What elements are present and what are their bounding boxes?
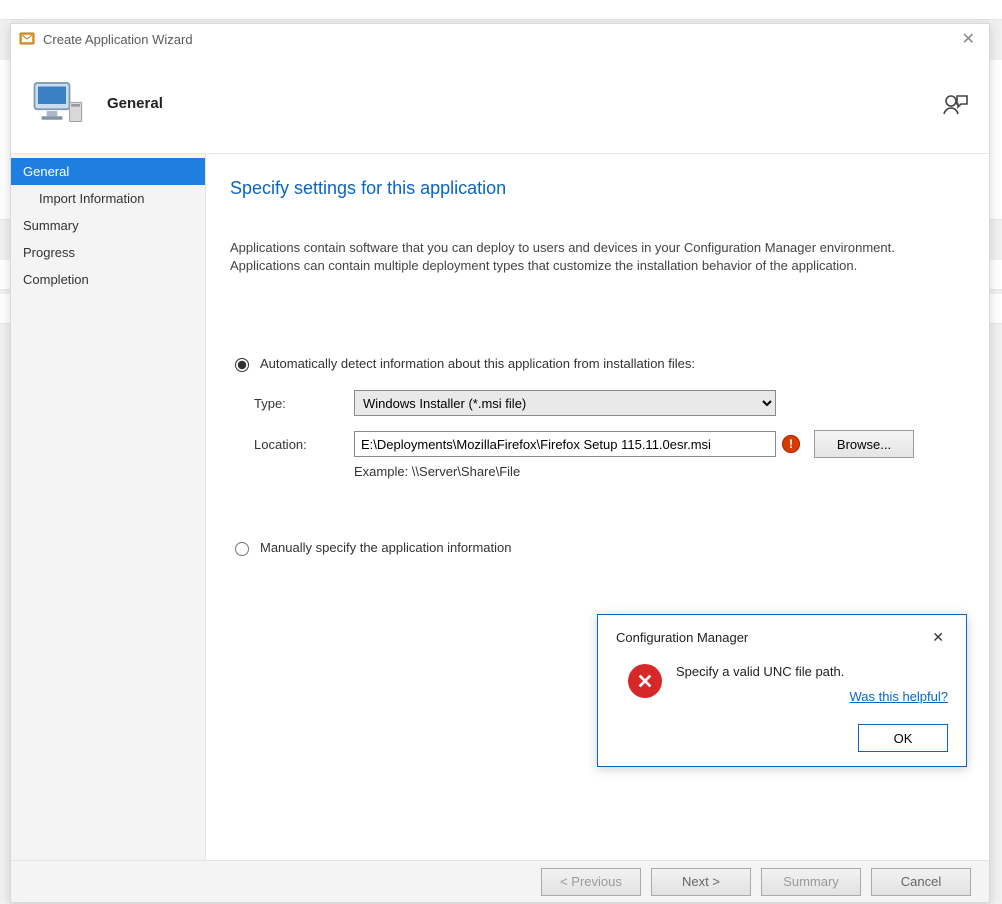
next-button[interactable]: Next > [651, 868, 751, 896]
sidebar-item-label: Summary [23, 218, 79, 233]
was-this-helpful-link[interactable]: Was this helpful? [676, 689, 948, 704]
computer-monitor-icon [31, 76, 87, 132]
cancel-button[interactable]: Cancel [871, 868, 971, 896]
radio-auto-detect-label: Automatically detect information about t… [260, 356, 695, 371]
dialog-ok-button[interactable]: OK [858, 724, 948, 752]
sidebar-item-import-information[interactable]: Import Information [11, 185, 205, 212]
error-icon [628, 664, 662, 698]
dialog-title: Configuration Manager [616, 630, 748, 645]
wizard-footer: < Previous Next > Summary Cancel [11, 860, 989, 902]
radio-manual-input[interactable] [235, 542, 249, 556]
page-title: General [107, 95, 163, 112]
feedback-icon[interactable] [941, 90, 969, 118]
sidebar-item-label: Import Information [39, 191, 145, 206]
radio-auto-detect-input[interactable] [235, 358, 249, 372]
sidebar-item-general[interactable]: General [11, 158, 205, 185]
content-heading: Specify settings for this application [230, 178, 961, 199]
sidebar-item-label: General [23, 164, 69, 179]
titlebar: Create Application Wizard ✕ [11, 24, 989, 54]
location-example: Example: \\Server\Share\File [354, 464, 961, 479]
wizard-header: General [11, 54, 989, 154]
error-dialog: Configuration Manager ✕ Specify a valid … [597, 614, 967, 767]
wizard-app-icon [19, 31, 35, 47]
dialog-close-button[interactable]: ✕ [928, 629, 948, 646]
sidebar-item-summary[interactable]: Summary [11, 212, 205, 239]
content-description: Applications contain software that you c… [230, 239, 950, 275]
radio-manual-label: Manually specify the application informa… [260, 540, 511, 555]
type-label: Type: [254, 396, 354, 411]
wizard-window: Create Application Wizard ✕ General [10, 23, 990, 903]
window-title: Create Application Wizard [43, 32, 193, 47]
sidebar-item-label: Progress [23, 245, 75, 260]
location-label: Location: [254, 437, 354, 452]
location-input[interactable] [354, 431, 776, 457]
error-badge-icon: ! [782, 435, 800, 453]
close-button[interactable]: ✕ [956, 29, 981, 49]
sidebar-item-progress[interactable]: Progress [11, 239, 205, 266]
sidebar-item-completion[interactable]: Completion [11, 266, 205, 293]
radio-manual[interactable]: Manually specify the application informa… [230, 539, 961, 556]
previous-button[interactable]: < Previous [541, 868, 641, 896]
content-pane: Specify settings for this application Ap… [206, 154, 989, 860]
type-select[interactable]: Windows Installer (*.msi file) [354, 390, 776, 416]
radio-auto-detect[interactable]: Automatically detect information about t… [230, 355, 961, 372]
wizard-sidebar: General Import Information Summary Progr… [11, 154, 206, 860]
dialog-message: Specify a valid UNC file path. [676, 664, 948, 679]
browse-button[interactable]: Browse... [814, 430, 914, 458]
summary-button[interactable]: Summary [761, 868, 861, 896]
sidebar-item-label: Completion [23, 272, 89, 287]
